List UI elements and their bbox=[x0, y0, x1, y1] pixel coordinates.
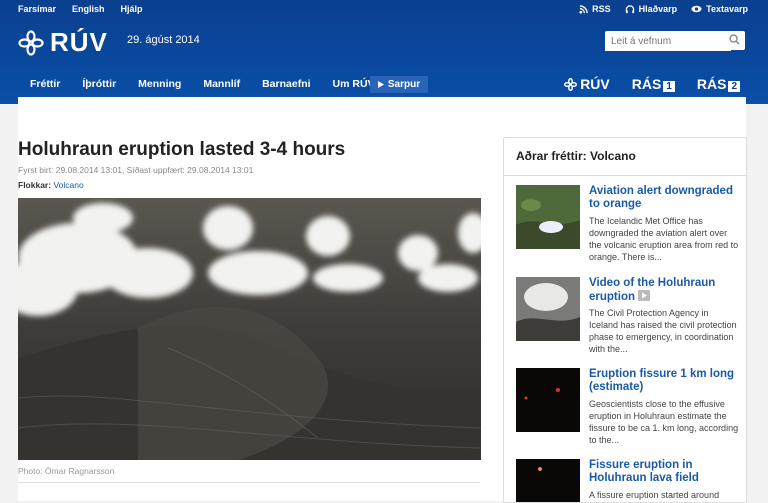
hladvarp-link[interactable]: Hlaðvarp bbox=[625, 4, 678, 14]
nav-menning[interactable]: Menning bbox=[138, 78, 181, 90]
nav-mannlif[interactable]: Mannlíf bbox=[203, 78, 240, 90]
article-title: Holuhraun eruption lasted 3-4 hours bbox=[18, 139, 346, 160]
headphones-icon bbox=[625, 4, 634, 13]
brand-ras1-label: RÁS bbox=[631, 76, 662, 92]
news-excerpt: The Civil Protection Agency in Iceland h… bbox=[589, 308, 737, 354]
brand-ras2[interactable]: RÁS 2 bbox=[697, 76, 740, 92]
textavarp-link[interactable]: Textavarp bbox=[691, 4, 748, 14]
news-item[interactable]: Fissure eruption in Holuhraun lava field… bbox=[516, 459, 739, 503]
news-item[interactable]: Aviation alert downgraded to orange The … bbox=[516, 185, 738, 265]
ruv-logo[interactable]: RÚV bbox=[18, 27, 108, 58]
brand-ras1[interactable]: RÁS 1 bbox=[632, 76, 675, 92]
news-excerpt: A fissure eruption started around bbox=[589, 490, 720, 500]
category-label: Flokkar: bbox=[18, 180, 52, 190]
logo-text: RÚV bbox=[50, 27, 108, 57]
ruv-logo-icon bbox=[18, 29, 44, 56]
brand-ras2-label: RÁS bbox=[696, 76, 727, 92]
site-header: Farsímar English Hjálp RSS Hlaðvarp Text… bbox=[0, 0, 768, 104]
search-input[interactable] bbox=[605, 32, 731, 51]
link-english[interactable]: English bbox=[72, 4, 105, 14]
nav-frettir[interactable]: Fréttir bbox=[30, 78, 60, 90]
brand-ras1-number: 1 bbox=[663, 81, 675, 92]
video-icon bbox=[638, 290, 651, 301]
news-title[interactable]: Video of the Holuhraun eruption bbox=[589, 277, 739, 304]
sidebar-divider bbox=[504, 175, 746, 176]
news-thumb[interactable] bbox=[516, 185, 580, 249]
top-links: Farsímar English Hjálp bbox=[18, 4, 143, 14]
news-title[interactable]: Eruption fissure 1 km long (estimate) bbox=[589, 368, 739, 394]
sarpur-label: Sarpur bbox=[387, 79, 421, 90]
article-category: Flokkar: Volcano bbox=[18, 180, 84, 190]
main-nav: Fréttir Íþróttir Menning Mannlíf Barnaef… bbox=[30, 78, 397, 90]
article-meta: Fyrst birt: 29.08.2014 13:01, Síðast upp… bbox=[18, 165, 254, 175]
news-thumb[interactable] bbox=[516, 277, 580, 341]
brand-ras2-number: 2 bbox=[728, 81, 740, 92]
nav-um-ruv[interactable]: Um RÚV bbox=[333, 78, 375, 90]
textavarp-label: Textavarp bbox=[706, 4, 748, 14]
sidebar-title: Aðrar fréttir: Volcano bbox=[516, 149, 636, 163]
top-right-links: RSS Hlaðvarp Textavarp bbox=[579, 4, 748, 14]
article-divider bbox=[18, 482, 480, 483]
brand-links: RÚV RÁS 1 RÁS 2 bbox=[564, 76, 740, 92]
ruv-small-icon bbox=[564, 77, 578, 91]
news-title[interactable]: Aviation alert downgraded to orange bbox=[589, 185, 739, 211]
header-date: 29. ágúst 2014 bbox=[127, 34, 200, 46]
play-icon bbox=[377, 81, 384, 88]
photo-caption: Photo: Ómar Ragnarsson bbox=[18, 466, 115, 476]
brand-ruv[interactable]: RÚV bbox=[564, 76, 610, 92]
link-hjalp[interactable]: Hjálp bbox=[121, 4, 143, 14]
article-photo bbox=[18, 198, 481, 460]
nav-barnaefni[interactable]: Barnaefni bbox=[262, 78, 310, 90]
link-farsimar[interactable]: Farsímar bbox=[18, 4, 56, 14]
news-excerpt: The Icelandic Met Office has downgraded … bbox=[589, 216, 739, 262]
news-thumb[interactable] bbox=[516, 459, 580, 503]
hladvarp-label: Hlaðvarp bbox=[638, 4, 678, 14]
volcano-photo bbox=[18, 198, 481, 460]
news-excerpt: Geoscientists close to the effusive erup… bbox=[589, 399, 739, 445]
search-icon[interactable] bbox=[729, 34, 740, 45]
rss-link[interactable]: RSS bbox=[579, 4, 611, 14]
news-thumb[interactable] bbox=[516, 368, 580, 432]
rss-label: RSS bbox=[592, 4, 611, 14]
category-link[interactable]: Volcano bbox=[53, 180, 83, 190]
news-item[interactable]: Video of the Holuhraun eruption The Civi… bbox=[516, 277, 738, 357]
brand-ruv-label: RÚV bbox=[580, 76, 610, 92]
sarpur-button[interactable]: Sarpur bbox=[370, 76, 428, 93]
news-item[interactable]: Eruption fissure 1 km long (estimate) Ge… bbox=[516, 368, 738, 448]
nav-ithrottir[interactable]: Íþróttir bbox=[82, 78, 116, 90]
news-title-text: Video of the Holuhraun eruption bbox=[589, 277, 716, 303]
eye-icon bbox=[691, 5, 702, 13]
news-title[interactable]: Fissure eruption in Holuhraun lava field bbox=[589, 459, 739, 485]
search-box bbox=[605, 31, 745, 51]
rss-icon bbox=[579, 4, 588, 14]
related-news-sidebar: Aðrar fréttir: Volcano Aviation alert do… bbox=[503, 137, 747, 503]
